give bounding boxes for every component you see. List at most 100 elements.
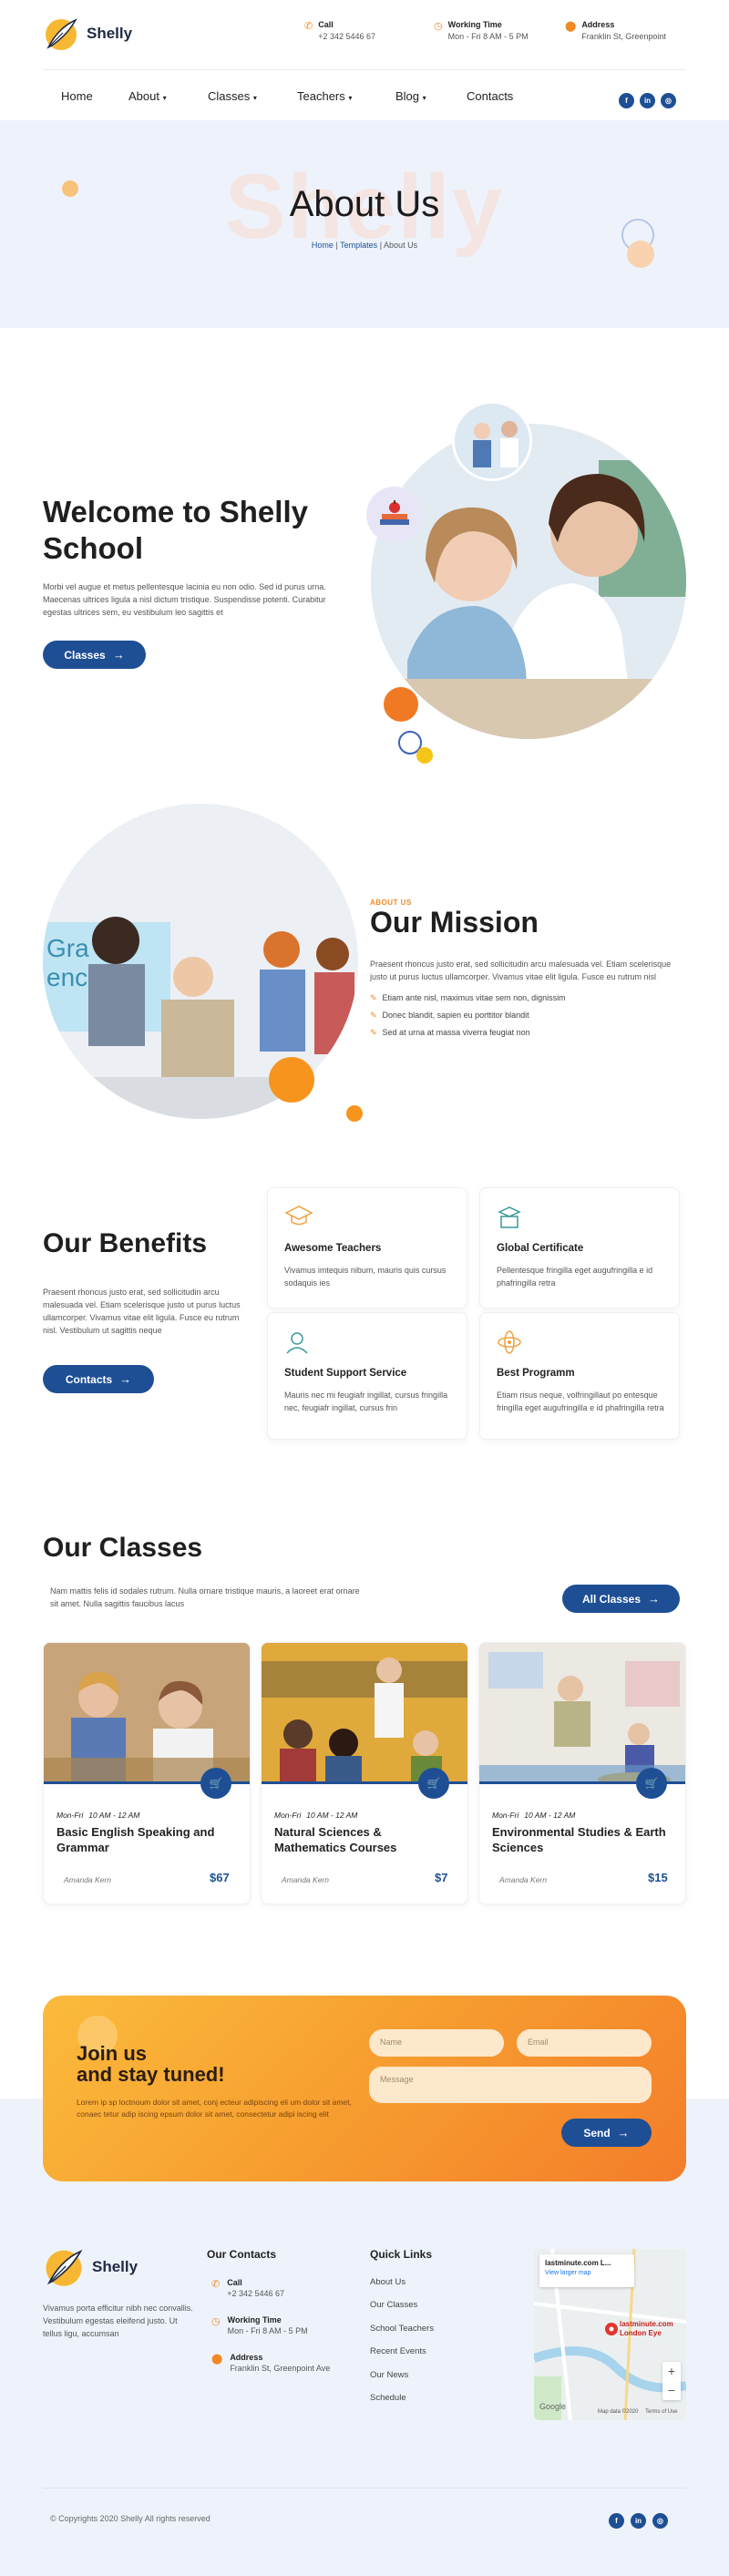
list-item: ✎ Etiam ante nisl, maximus vitae sem non,… — [370, 993, 566, 1003]
footer-call: ✆ Call +2 342 5446 67 — [211, 2278, 284, 2298]
class-card[interactable]: 🛒 Mon-Fri 10 AM - 12 AM Environmental Stu… — [478, 1642, 686, 1904]
zoom-out-icon[interactable]: − — [662, 2381, 681, 2400]
class-card[interactable]: 🛒 Mon-Fri 10 AM - 12 AM Basic English Spe… — [43, 1642, 251, 1904]
header-hours: ◷ Working Time Mon - Fri 8 AM - 5 PM — [434, 20, 529, 41]
footer-hours-value: Mon - Fri 8 AM - 5 PM — [227, 2326, 308, 2335]
footer-call-value[interactable]: +2 342 5446 67 — [227, 2289, 284, 2298]
footer-link[interactable]: Schedule — [370, 2393, 406, 2403]
logo[interactable]: Shelly — [43, 16, 132, 51]
footer-links-title: Quick Links — [370, 2248, 433, 2261]
bullet-text: Sed at urna at massa viverra feugiat non — [382, 1028, 530, 1037]
class-illustration — [44, 1643, 250, 1783]
newsletter-text: Lorem ip sp loctnoum dolor sit amet, con… — [77, 2098, 352, 2119]
footer-link[interactable]: Our Classes — [370, 2300, 417, 2310]
breadcrumb-templates[interactable]: Templates — [340, 241, 377, 250]
class-meta: Mon-Fri 10 AM - 12 AM — [274, 1811, 363, 1820]
pin-icon: ⬤ — [565, 21, 577, 32]
class-name[interactable]: Environmental Studies & Earth Sciences — [492, 1825, 674, 1856]
linkedin-icon[interactable]: in — [631, 2513, 646, 2529]
logo-icon — [46, 18, 77, 50]
email-input[interactable]: Email — [517, 2029, 652, 2057]
class-name[interactable]: Basic English Speaking and Grammar — [56, 1825, 239, 1856]
nav-teachers[interactable]: Teachers ▾ — [297, 89, 352, 103]
instagram-icon[interactable]: ◎ — [661, 93, 676, 108]
class-time: 10 AM - 12 AM — [306, 1811, 358, 1820]
nav-home[interactable]: Home — [61, 89, 93, 103]
breadcrumb-sep: | — [379, 241, 383, 250]
decor-dot — [627, 241, 654, 268]
footer-hours-label: Working Time — [227, 2315, 282, 2325]
all-classes-button[interactable]: All Classes → — [562, 1585, 680, 1613]
class-card[interactable]: 🛒 Mon-Fri 10 AM - 12 AM Natural Sciences … — [261, 1642, 468, 1904]
nav-blog[interactable]: Blog ▾ — [395, 89, 426, 103]
teacher-student-illustration — [371, 424, 686, 739]
page: Shelly ✆ Call +2 342 5446 67 ◷ Working Ti… — [0, 0, 729, 2576]
class-meta: Mon-Fri 10 AM - 12 AM — [492, 1811, 580, 1820]
graduation-cap-icon — [284, 1206, 313, 1226]
atom-icon — [498, 1330, 521, 1354]
contacts-button[interactable]: Contacts → — [43, 1365, 154, 1393]
breadcrumb-current: About Us — [384, 241, 418, 250]
benefit-text: Pellentesque fringilla eget augufringill… — [497, 1266, 653, 1288]
call-value[interactable]: +2 342 5446 67 — [318, 32, 375, 41]
map-terms[interactable]: Terms of Use — [645, 2409, 677, 2415]
name-input[interactable]: Name — [369, 2029, 504, 2057]
footer-link[interactable]: Recent Events — [370, 2346, 426, 2356]
welcome-title-line2: School — [43, 530, 144, 565]
footer-logo[interactable]: Shelly — [43, 2247, 138, 2287]
benefit-title: Best Programm — [497, 1368, 575, 1379]
class-price: $67 — [210, 1871, 230, 1884]
bullet-text: Donec blandit, sapien eu porttitor bland… — [382, 1011, 529, 1020]
brand-name: Shelly — [87, 25, 133, 42]
decor-dot — [269, 1057, 314, 1103]
cart-icon[interactable]: 🛒 — [200, 1768, 231, 1799]
mission-bullets: ✎ Etiam ante nisl, maximus vitae sem non,… — [370, 993, 566, 1045]
class-meta: Mon-Fri 10 AM - 12 AM — [56, 1811, 145, 1820]
nav-classes[interactable]: Classes ▾ — [208, 89, 257, 103]
nav-contacts[interactable]: Contacts — [467, 89, 513, 103]
footer-about: Vivamus porta efficitur nibh nec convall… — [43, 2304, 193, 2338]
facebook-icon[interactable]: f — [619, 93, 634, 108]
arrow-right-icon: → — [119, 1372, 132, 1386]
facebook-icon[interactable]: f — [609, 2513, 624, 2529]
newsletter-title: Join us and stay tuned! — [77, 2043, 225, 2085]
zoom-in-icon[interactable]: + — [662, 2362, 681, 2381]
class-days: Mon-Fri — [492, 1811, 519, 1820]
class-name[interactable]: Natural Sciences & Mathematics Courses — [274, 1825, 457, 1856]
footer-link[interactable]: School Teachers — [370, 2324, 434, 2334]
classes-button[interactable]: Classes → — [43, 641, 146, 669]
map[interactable]: lastminute.com L... View larger map last… — [534, 2249, 686, 2420]
breadcrumb-home[interactable]: Home — [312, 241, 334, 250]
linkedin-icon[interactable]: in — [640, 93, 655, 108]
map-zoom: + − — [662, 2362, 681, 2400]
address-label: Address — [581, 20, 615, 29]
benefit-card: Global Certificate Pellentesque fringill… — [479, 1187, 680, 1309]
certificate-icon — [498, 1206, 521, 1228]
class-price: $15 — [648, 1871, 668, 1884]
cart-icon[interactable]: 🛒 — [418, 1768, 449, 1799]
footer-link[interactable]: About Us — [370, 2277, 406, 2287]
send-button-label: Send — [583, 2126, 611, 2140]
instagram-icon[interactable]: ◎ — [652, 2513, 668, 2529]
classroom-board-text: enc — [46, 963, 87, 991]
message-input[interactable]: Message — [369, 2067, 652, 2103]
map-pin-label: lastminute.com London Eye — [620, 2320, 673, 2337]
send-button[interactable]: Send → — [561, 2119, 652, 2147]
map-card: lastminute.com L... View larger map — [539, 2254, 634, 2287]
classroom-board-text: Gra — [46, 934, 89, 962]
pencil-icon: ✎ — [370, 1028, 377, 1037]
hours-value: Mon - Fri 8 AM - 5 PM — [447, 32, 529, 41]
map-data: Map data ©2020 Terms of Use — [598, 2409, 677, 2415]
benefit-title: Global Certificate — [497, 1243, 584, 1254]
footer-link[interactable]: Our News — [370, 2370, 408, 2380]
footer-hours: ◷ Working Time Mon - Fri 8 AM - 5 PM — [211, 2315, 308, 2335]
class-author: Amanda Kern — [64, 1875, 111, 1884]
chevron-down-icon: ▾ — [162, 94, 167, 102]
class-author: Amanda Kern — [499, 1875, 547, 1884]
benefit-title: Student Support Service — [284, 1368, 407, 1379]
welcome-photo — [371, 424, 686, 739]
classes-button-label: Classes — [64, 648, 106, 662]
cart-icon[interactable]: 🛒 — [636, 1768, 667, 1799]
nav-about[interactable]: About ▾ — [128, 89, 167, 103]
map-larger-link[interactable]: View larger map — [545, 2270, 629, 2276]
